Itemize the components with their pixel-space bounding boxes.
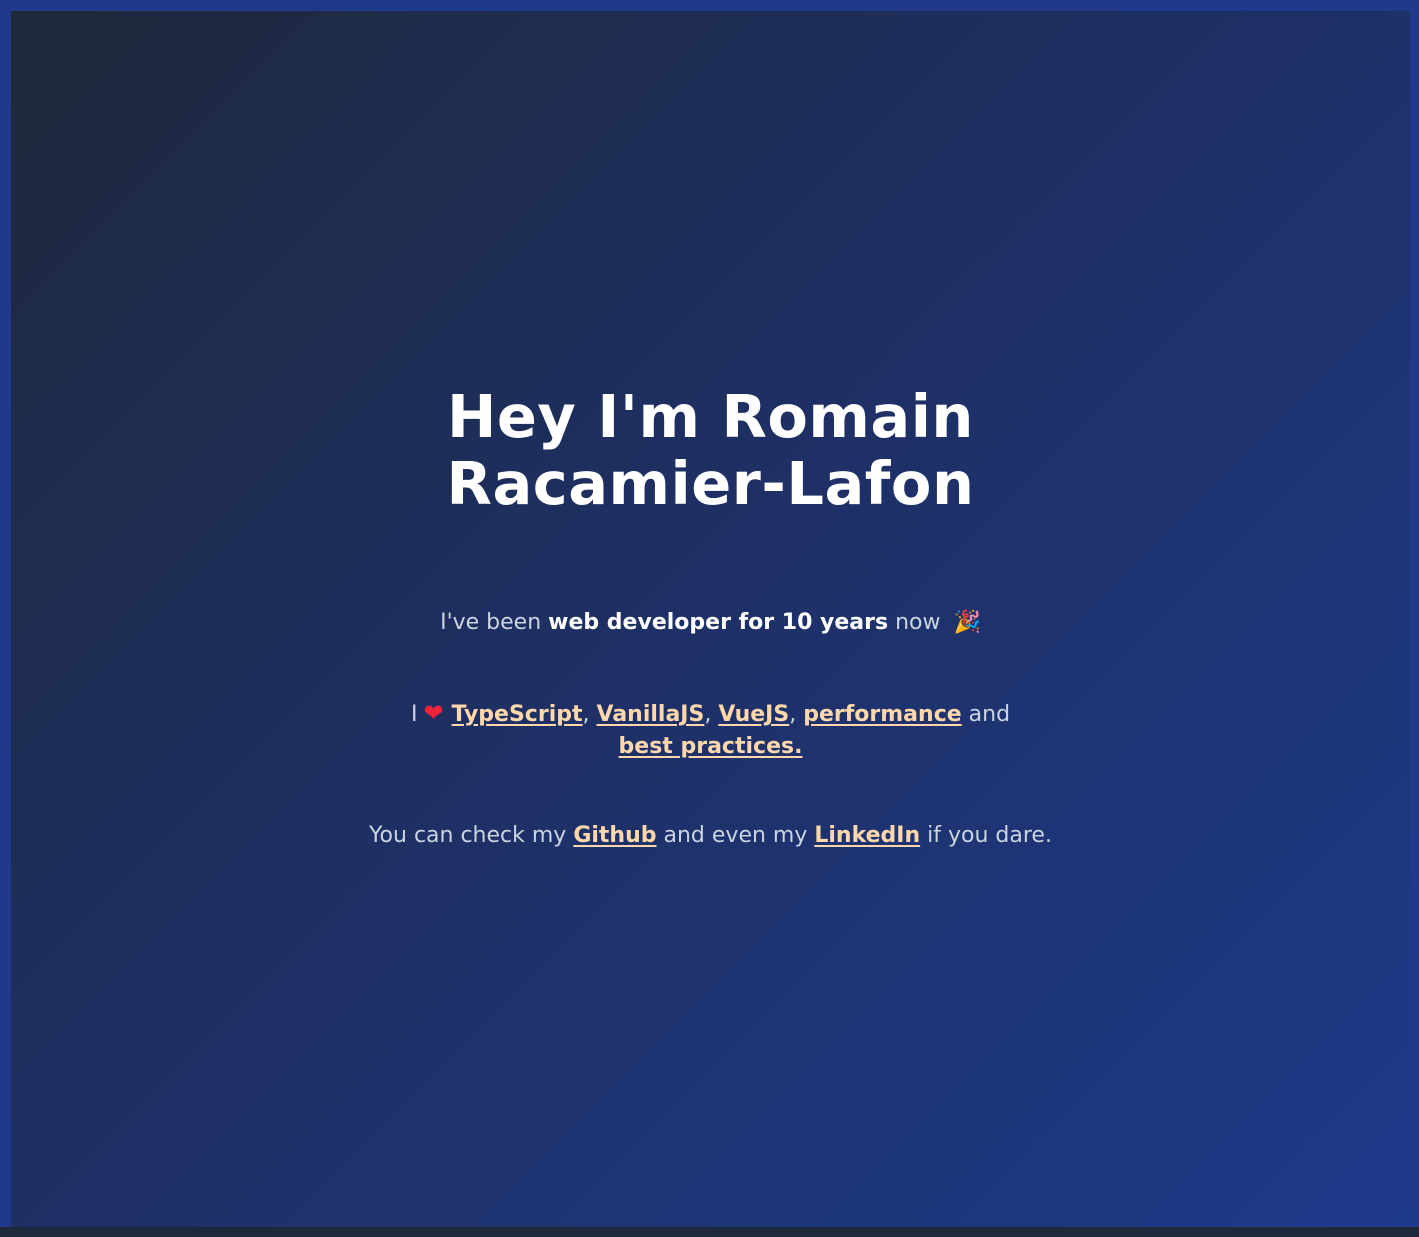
and-text: and <box>968 702 1011 727</box>
page-frame: Hey I'm Romain Racamier-Lafon I've been … <box>0 0 1419 1237</box>
performance-link[interactable]: performance <box>803 702 961 727</box>
intro-suffix: now <box>895 610 941 635</box>
social-middle: and even my <box>663 823 808 848</box>
party-popper-icon: 🎉 <box>953 610 981 635</box>
social-prefix: You can check my <box>369 823 567 848</box>
social-text: You can check my Github and even my Link… <box>11 820 1410 852</box>
main-content: Hey I'm Romain Racamier-Lafon I've been … <box>11 383 1410 852</box>
vuejs-link[interactable]: VueJS <box>718 702 789 727</box>
social-suffix: if you dare. <box>927 823 1052 848</box>
page-title: Hey I'm Romain Racamier-Lafon <box>391 383 1031 517</box>
separator: , <box>789 702 797 727</box>
separator: , <box>704 702 712 727</box>
title-line-2: Racamier-Lafon <box>446 449 975 518</box>
github-link[interactable]: Github <box>573 823 656 848</box>
best-practices-link[interactable]: best practices. <box>619 734 803 759</box>
title-line-1: Hey I'm Romain <box>447 382 974 451</box>
vanillajs-link[interactable]: VanillaJS <box>597 702 705 727</box>
linkedin-link[interactable]: LinkedIn <box>814 823 920 848</box>
intro-text: I've been web developer for 10 years now… <box>11 607 1410 639</box>
intro-emphasis: web developer for 10 years <box>548 610 889 635</box>
heart-icon: ❤ <box>423 699 444 727</box>
intro-prefix: I've been <box>440 610 542 635</box>
loves-prefix: I <box>410 702 418 727</box>
separator: , <box>582 702 590 727</box>
typescript-link[interactable]: TypeScript <box>452 702 583 727</box>
loves-text: I ❤ TypeScript, VanillaJS, VueJS, performa… <box>391 697 1031 763</box>
